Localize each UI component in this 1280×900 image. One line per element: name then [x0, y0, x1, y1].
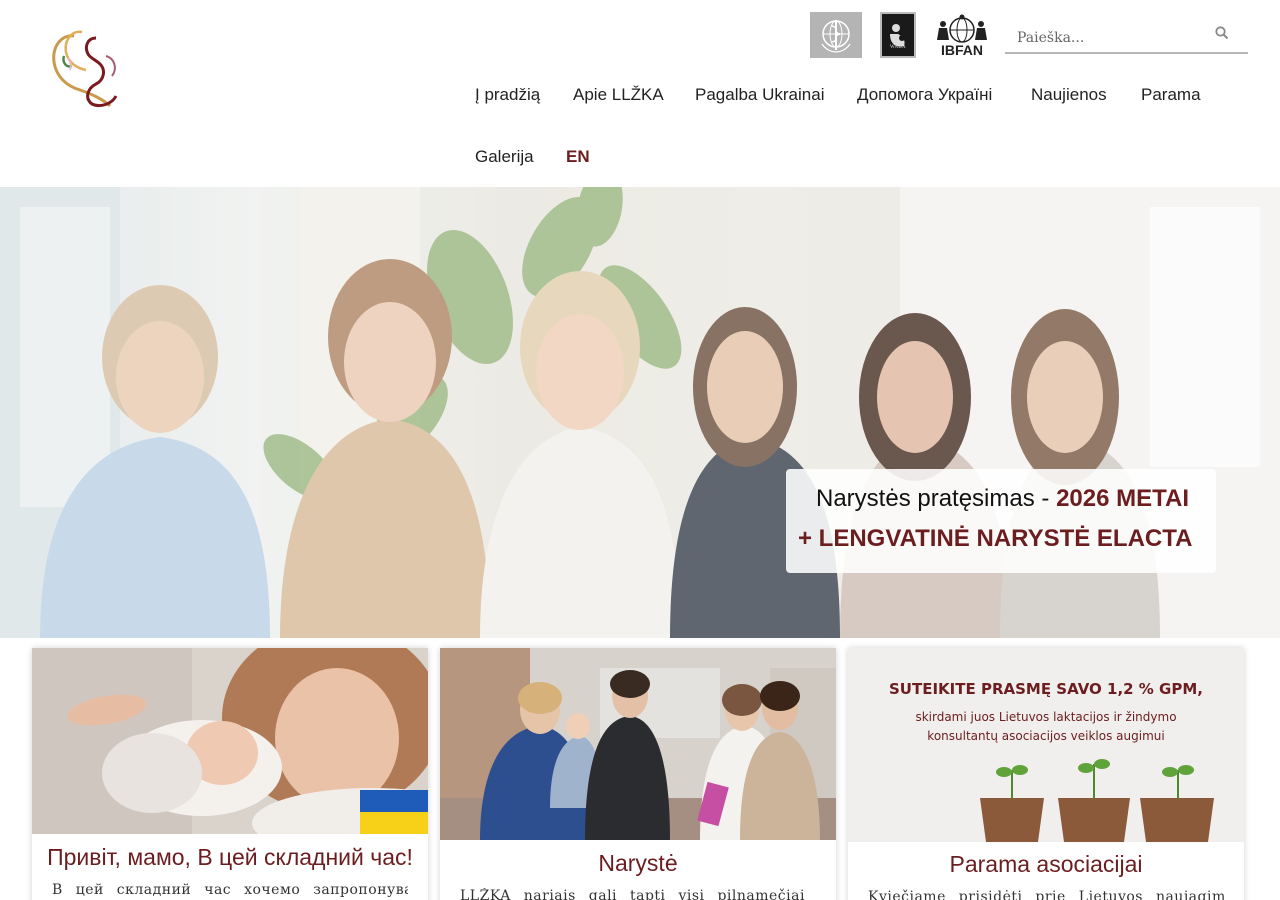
seedling-pot-1: [980, 765, 1044, 842]
logo-icon: [52, 30, 118, 108]
search-input[interactable]: [1005, 24, 1205, 52]
banner-line-1: Narystės pratęsimas - 2026 METAI: [816, 485, 1189, 513]
card-title[interactable]: Привіт, мамо, В цей складний час!: [32, 844, 428, 871]
card-image: SUTEIKITE PRASMĘ SAVO 1,2 % GPM, skirdam…: [848, 648, 1244, 842]
search-box: [1005, 16, 1248, 54]
ukraine-flag-blue: [360, 790, 428, 812]
seedling-pot-3: [1140, 765, 1214, 842]
who-emblem-icon: [821, 20, 851, 53]
card-title[interactable]: Parama asociacijai: [848, 851, 1244, 878]
card-ukraine-moms[interactable]: Привіт, мамо, В цей складний час! В цей …: [32, 648, 428, 900]
donation-subline-2: konsultantų asociacijos veiklos augimui: [927, 729, 1165, 743]
card-membership[interactable]: Narystė LLŽKA nariais gali tapti visi pi…: [440, 648, 836, 900]
nav-item-language-en[interactable]: EN: [566, 147, 590, 167]
nav-item-about[interactable]: Apie LLŽKA: [573, 85, 664, 105]
seedlings-illustration: [980, 759, 1214, 842]
search-icon[interactable]: [1214, 25, 1230, 41]
members-photo: [440, 648, 836, 840]
card-image: [32, 648, 428, 834]
banner-year: 2026 METAI: [1056, 485, 1189, 512]
ukraine-flag-yellow: [360, 812, 428, 834]
nav-item-news[interactable]: Naujienos: [1031, 85, 1107, 105]
nav-item-gallery[interactable]: Galerija: [475, 147, 534, 167]
banner-line-2: + LENGVATINĖ NARYSTĖ ELACTA: [798, 525, 1193, 552]
waba-label: WABA: [890, 45, 906, 50]
ibfan-globe-icon: [937, 14, 987, 43]
donation-subline-1: skirdami juos Lietuvos laktacijos ir žin…: [915, 710, 1177, 724]
seedling-pot-2: [1058, 759, 1130, 842]
donation-headline: SUTEIKITE PRASMĘ SAVO 1,2 % GPM,: [889, 680, 1203, 698]
card-text: LLŽKA nariais gali tapti visi pilnamečia…: [460, 888, 816, 900]
site-header: WABA IBFAN Į pradžią Apie LLŽKA Pagalba …: [0, 0, 1280, 187]
ibfan-logo[interactable]: IBFAN: [932, 12, 992, 60]
card-donation[interactable]: SUTEIKITE PRASMĘ SAVO 1,2 % GPM, skirdam…: [848, 648, 1244, 900]
ibfan-label: IBFAN: [941, 42, 983, 58]
card-text: Kviečiame prisidėti prie Lietuvos naujag…: [868, 889, 1224, 900]
card-title[interactable]: Narystė: [440, 850, 836, 877]
nav-item-help-ukraine[interactable]: Pagalba Ukrainai: [695, 85, 824, 105]
waba-logo[interactable]: WABA: [880, 12, 916, 58]
who-logo[interactable]: [810, 12, 862, 58]
card-text: В цей складний час хочемо запропонувати: [52, 882, 408, 898]
site-logo[interactable]: [44, 28, 126, 108]
banner-line-1-prefix: Narystės pratęsimas -: [816, 485, 1050, 512]
membership-banner[interactable]: Narystės pratęsimas - 2026 METAI + LENGV…: [786, 469, 1216, 573]
hero-slider[interactable]: Narystės pratęsimas - 2026 METAI + LENGV…: [0, 187, 1280, 638]
nav-item-help-ukraine-ua[interactable]: Допомога Україні: [857, 85, 992, 105]
nav-item-home[interactable]: Į pradžią: [475, 85, 540, 105]
nav-item-support[interactable]: Parama: [1141, 85, 1201, 105]
mother-baby-photo: [32, 648, 428, 834]
card-image: [440, 648, 836, 840]
